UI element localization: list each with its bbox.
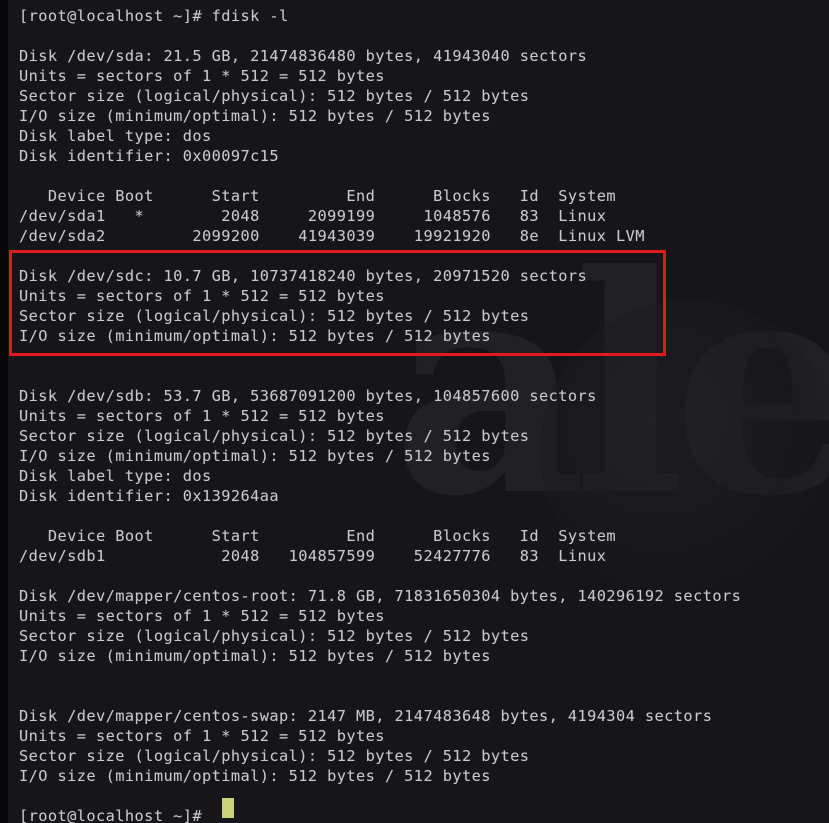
terminal-left-gutter xyxy=(0,0,8,823)
terminal-cursor xyxy=(222,798,234,818)
terminal-window[interactable]: ale [root@localhost ~]# fdisk -l Disk /d… xyxy=(0,0,829,823)
terminal-output: [root@localhost ~]# fdisk -l Disk /dev/s… xyxy=(19,7,742,823)
